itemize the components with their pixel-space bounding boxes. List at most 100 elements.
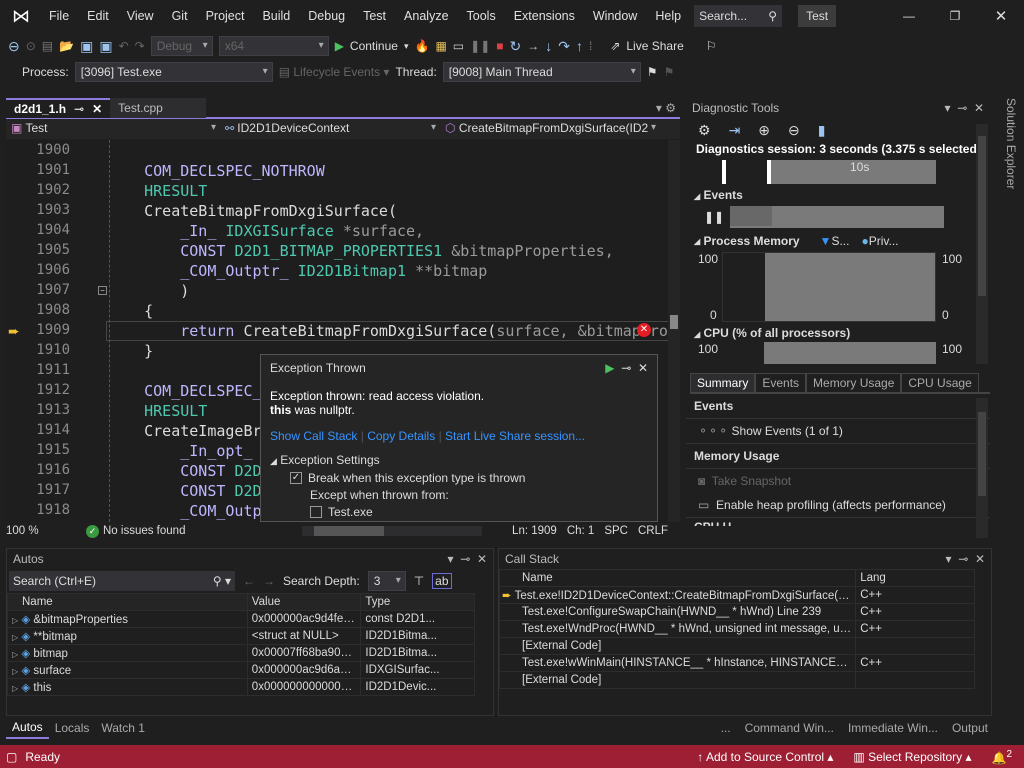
call-stack-frame[interactable]: [External Code] [498,671,975,689]
tab-more[interactable]: ... [721,721,731,735]
pin-icon[interactable]: ⊸ [957,101,967,115]
close-window-button[interactable]: ✕ [978,7,1024,25]
whitespace-indicator[interactable]: SPC [604,525,628,537]
scope-dropdown[interactable]: ⚯ ID2D1DeviceContext [220,119,440,139]
expand-icon[interactable]: ▷ [12,633,18,642]
thread-flag-icon[interactable]: ⚑ [664,65,675,79]
zoom-out-icon[interactable]: ⊖ [788,122,800,139]
variable-value[interactable]: 0x000000ac9d4fec18 {pixelFormat={form... [246,610,362,628]
expand-icon[interactable]: ▷ [12,667,18,676]
navigate-back-icon[interactable]: ⊖ [8,38,20,55]
hot-reload-icon[interactable]: 🔥 [415,39,430,53]
expand-icon[interactable]: ▷ [12,684,18,693]
step-out-icon[interactable]: ↑ [576,38,583,54]
menu-debug[interactable]: Debug [299,9,354,23]
feedback-icon[interactable]: ⚐ [706,39,717,53]
start-live-share-link[interactable]: Start Live Share session... [445,429,585,443]
menu-project[interactable]: Project [197,9,254,23]
thread-dropdown[interactable]: [9008] Main Thread [442,62,641,82]
menu-view[interactable]: View [118,9,163,23]
close-tab-icon[interactable]: ✕ [92,99,102,119]
close-icon[interactable]: ✕ [477,552,487,566]
variable-value[interactable]: <struct at NULL> [246,627,362,645]
tab-watch-1[interactable]: Watch 1 [95,718,151,738]
menu-analyze[interactable]: Analyze [395,9,457,23]
line-ending-indicator[interactable]: CRLF [638,525,668,537]
enable-heap-profiling-button[interactable]: ▭ Enable heap profiling (affects perform… [686,493,990,518]
break-checkbox[interactable]: ✓ [290,472,302,484]
solution-explorer-tab[interactable]: Solution Explorer [998,98,1018,198]
save-icon[interactable]: ▣ [80,38,93,55]
autos-search-input[interactable]: Search (Ctrl+E) ⚲ ▾ [9,571,235,591]
panel-menu-icon[interactable]: ▾ [945,101,951,115]
restart-icon[interactable]: ↻ [510,38,522,55]
hex-display-icon[interactable]: ab [432,573,452,589]
pin-variables-icon[interactable]: ⊤ [414,574,424,588]
column-type[interactable]: Type [360,593,475,611]
exception-error-icon[interactable]: ✕ [637,323,651,337]
show-next-statement-icon[interactable]: → [527,39,539,53]
collapse-icon[interactable]: − [98,286,107,295]
add-to-source-control-button[interactable]: ↑ Add to Source Control ▴ [697,750,833,764]
search-forward-icon[interactable]: → [263,574,275,588]
configuration-dropdown[interactable]: Debug [150,36,213,56]
live-share-button[interactable]: Live Share [626,39,683,53]
variable-value[interactable]: 0x000000ac9d6ab8d0 <No type informati... [246,661,362,679]
char-indicator[interactable]: Ch: 1 [567,525,595,537]
continue-button[interactable]: Continue [350,39,398,53]
step-over-icon[interactable]: ↷ [558,38,570,55]
autos-row[interactable]: ▷ ◈ **bitmap <struct at NULL> ID2D1Bitma..… [7,627,475,645]
cpu-graph[interactable]: 100 100 [686,342,990,364]
call-stack-frame[interactable]: Test.exe!ConfigureSwapChain(HWND__ * hWn… [498,603,975,621]
module-checkbox[interactable] [310,506,322,518]
pause-icon[interactable]: ❚❚ [470,39,490,53]
continue-icon[interactable]: ▶ [605,361,614,375]
minimize-button[interactable]: — [886,9,932,23]
menu-extensions[interactable]: Extensions [505,9,584,23]
close-icon[interactable]: ✕ [975,552,985,566]
tab-command-window[interactable]: Command Win... [745,721,834,735]
show-call-stack-link[interactable]: Show Call Stack [270,429,357,443]
menu-help[interactable]: Help [646,9,690,23]
column-name[interactable]: Name [498,569,857,587]
menu-edit[interactable]: Edit [78,9,118,23]
save-all-icon[interactable]: ▣ [99,38,112,55]
menu-build[interactable]: Build [253,9,299,23]
pin-icon[interactable]: ⊸ [621,361,631,375]
stop-icon[interactable]: ■ [496,39,503,53]
autos-row[interactable]: ▷ ◈ this 0x0000000000000000 <NULL>ID2D1De… [7,678,475,696]
new-project-icon[interactable]: ▤ [42,39,53,53]
settings-icon[interactable]: ⚙ [698,122,711,139]
platform-dropdown[interactable]: x64 [218,36,329,56]
menu-file[interactable]: File [40,9,78,23]
find-icon[interactable]: ▦ [435,39,446,53]
tab-autos[interactable]: Autos [6,717,49,739]
close-icon[interactable]: ✕ [638,361,648,375]
maximize-button[interactable]: ❐ [932,9,978,23]
panel-menu-icon[interactable]: ▾ [448,552,454,566]
editor-vertical-scrollbar[interactable] [668,140,680,522]
pin-icon[interactable]: ⊸ [460,552,470,566]
select-repository-button[interactable]: ▥ Select Repository ▴ [853,750,971,764]
pause-icon[interactable]: ❚❚ [704,210,724,224]
memory-graph[interactable]: 100 0 100 0 [686,252,990,322]
member-dropdown[interactable]: ⬡ CreateBitmapFromDxgiSurface(ID2 [440,119,660,139]
variable-value[interactable]: 0x0000000000000000 <NULL> [246,678,362,696]
autos-row[interactable]: ▷ ◈ &bitmapProperties 0x000000ac9d4fec18 … [7,610,475,628]
chart-icon[interactable]: ▮ [818,122,826,139]
autos-row[interactable]: ▷ ◈ surface 0x000000ac9d6ab8d0 <No type i… [7,661,475,679]
tab-output[interactable]: Output [952,721,988,735]
diag-tab-cpu-usage[interactable]: CPU Usage [901,373,979,393]
process-dropdown[interactable]: [3096] Test.exe [74,62,273,82]
diag-tab-memory-usage[interactable]: Memory Usage [806,373,902,393]
navigate-forward-icon[interactable]: ⊙ [26,39,36,53]
zoom-in-icon[interactable]: ⊕ [758,122,770,139]
call-stack-frame[interactable]: ➨ Test.exe!ID2D1DeviceContext::CreateBit… [498,586,975,604]
variable-value[interactable]: 0x00007ff68ba901c0 {Test.exe!ID2D1Bitm..… [246,644,362,662]
show-events-button[interactable]: ⚬⚬⚬ Show Events (1 of 1) [686,419,990,444]
exception-settings-section[interactable]: ◢ Exception Settings [270,453,648,467]
summary-scrollbar[interactable] [976,398,988,538]
menu-window[interactable]: Window [584,9,646,23]
call-stack-frame[interactable]: Test.exe!WndProc(HWND__ * hWnd, unsigned… [498,620,975,638]
pin-icon[interactable]: ⊸ [74,99,84,119]
